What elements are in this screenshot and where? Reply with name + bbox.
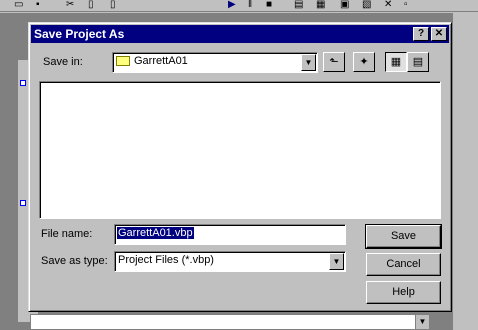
save-in-combo[interactable]: GarrettA01 ▼ bbox=[112, 52, 318, 73]
save-as-type-value: Project Files (*.vbp) bbox=[118, 254, 214, 266]
file-name-field[interactable]: GarrettA01.vbp bbox=[114, 224, 346, 245]
pause-icon[interactable]: ‖ bbox=[248, 0, 252, 10]
folder-icon bbox=[116, 56, 130, 67]
resize-handle-middle[interactable] bbox=[20, 200, 26, 206]
cut-icon[interactable]: ✂ bbox=[66, 0, 74, 10]
new-folder-button[interactable]: ✦ bbox=[353, 52, 375, 72]
properties-icon[interactable]: ▦ bbox=[316, 0, 325, 10]
save-button[interactable]: Save bbox=[365, 224, 442, 249]
close-button[interactable]: ✕ bbox=[431, 27, 447, 41]
object-browser-icon[interactable]: ▧ bbox=[362, 0, 371, 10]
form-layout-icon[interactable]: ▣ bbox=[340, 0, 349, 10]
chevron-down-icon[interactable]: ▼ bbox=[415, 315, 429, 329]
details-view-button[interactable]: ▤ bbox=[407, 52, 429, 72]
dialog-title: Save Project As bbox=[34, 27, 125, 41]
properties-object-combo[interactable]: ▼ bbox=[30, 314, 430, 330]
copy-icon[interactable]: ▯ bbox=[88, 0, 94, 10]
cancel-button[interactable]: Cancel bbox=[366, 253, 441, 276]
file-name-label: File name: bbox=[41, 228, 93, 240]
ide-toolbar: ▭ ▪ ✂ ▯ ▯ ▶ ‖ ■ ▤ ▦ ▣ ▧ ✕ ▫ bbox=[0, 0, 478, 12]
chevron-down-icon[interactable]: ▼ bbox=[329, 253, 344, 270]
save-as-type-label: Save as type: bbox=[41, 255, 108, 267]
dialog-titlebar: Save Project As ? ✕ bbox=[31, 25, 449, 43]
up-folder-icon: ⬑ bbox=[329, 56, 339, 68]
list-view-button[interactable]: ▦ bbox=[385, 52, 407, 72]
data-view-icon[interactable]: ▫ bbox=[404, 0, 408, 10]
save-as-type-combo[interactable]: Project Files (*.vbp) ▼ bbox=[114, 251, 346, 272]
open-icon[interactable]: ▭ bbox=[14, 0, 23, 10]
toolbox-icon[interactable]: ✕ bbox=[384, 0, 392, 10]
file-name-value: GarrettA01.vbp bbox=[117, 227, 194, 239]
up-folder-button[interactable]: ⬑ bbox=[323, 52, 345, 72]
ide-window: ▭ ▪ ✂ ▯ ▯ ▶ ‖ ■ ▤ ▦ ▣ ▧ ✕ ▫ ▼ Save Proje… bbox=[0, 0, 478, 330]
file-list[interactable] bbox=[39, 81, 441, 219]
details-view-icon: ▤ bbox=[412, 56, 424, 68]
list-view-icon: ▦ bbox=[390, 56, 402, 68]
save-in-value: GarrettA01 bbox=[134, 55, 188, 67]
stop-icon[interactable]: ■ bbox=[266, 0, 272, 10]
chevron-down-icon[interactable]: ▼ bbox=[301, 54, 316, 71]
save-in-label: Save in: bbox=[43, 56, 83, 68]
project-explorer-icon[interactable]: ▤ bbox=[294, 0, 303, 10]
right-panel bbox=[452, 13, 478, 330]
help-title-button[interactable]: ? bbox=[413, 27, 429, 41]
start-icon[interactable]: ▶ bbox=[228, 0, 236, 10]
help-button[interactable]: Help bbox=[366, 281, 441, 304]
paste-icon[interactable]: ▯ bbox=[110, 0, 116, 10]
save-project-dialog: Save Project As ? ✕ Save in: GarrettA01 … bbox=[28, 22, 452, 312]
new-folder-icon: ✦ bbox=[359, 56, 369, 68]
resize-handle-top[interactable] bbox=[20, 80, 26, 86]
save-icon[interactable]: ▪ bbox=[36, 0, 40, 10]
